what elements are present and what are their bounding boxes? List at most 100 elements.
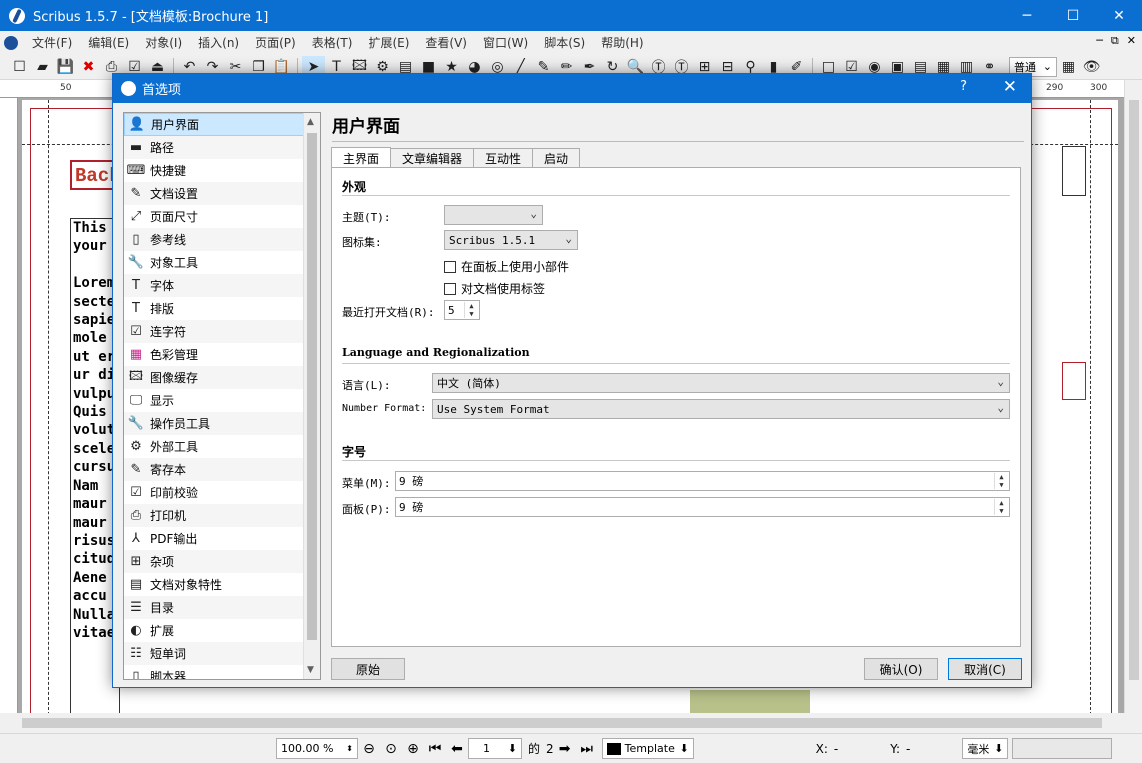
small-widgets-label: 在面板上使用小部件 <box>461 260 570 274</box>
menu-item[interactable]: 对象(I) <box>137 34 190 51</box>
category-item[interactable]: ⤢ 页面尺寸 <box>124 205 320 228</box>
first-page-icon[interactable]: ⏮ <box>424 738 446 760</box>
zoom-value: 100.00 % <box>281 742 334 755</box>
chevron-down-icon: ⬇ <box>994 742 1004 755</box>
use-tabs-checkbox-row[interactable]: 对文档使用标签 <box>444 280 545 297</box>
category-item[interactable]: 🖾 图像缓存 <box>124 366 320 389</box>
tab-story-editor[interactable]: 文章编辑器 <box>390 148 475 168</box>
scroll-up-icon[interactable]: ▲ <box>307 117 314 127</box>
category-item[interactable]: ▬ 路径 <box>124 136 320 159</box>
language-select[interactable]: 中文 (简体) ⌄ <box>432 373 1010 393</box>
zoom-actual-icon[interactable]: ⊙ <box>380 738 402 760</box>
scroll-thumb[interactable] <box>22 718 1102 728</box>
menu-windows[interactable]: 窗口(W) <box>475 34 536 51</box>
tab-main[interactable]: 主界面 <box>331 147 392 168</box>
category-item[interactable]: ▯ 脚本器 <box>124 665 320 679</box>
mdi-close-button[interactable]: ✕ <box>1127 34 1136 48</box>
prev-page-icon[interactable]: ⬅ <box>446 738 468 760</box>
hyphenator-icon: ☑ <box>130 324 142 339</box>
menu-edit[interactable]: 编辑(E) <box>80 34 137 51</box>
menu-script[interactable]: 脚本(S) <box>536 34 593 51</box>
recent-docs-spinbox[interactable]: 5 ▲ ▼ <box>444 300 480 320</box>
frame-outline[interactable] <box>1062 146 1086 196</box>
mdi-restore-button[interactable]: ⧉ <box>1111 34 1119 48</box>
category-item[interactable]: ◐ 扩展 <box>124 619 320 642</box>
theme-select[interactable]: ⌄ <box>444 205 543 225</box>
category-item[interactable]: 🔧 对象工具 <box>124 251 320 274</box>
menu-page[interactable]: 页面(P) <box>247 34 304 51</box>
new-doc-icon[interactable]: ☐ <box>8 56 31 78</box>
iconset-select[interactable]: Scribus 1.5.1 ⌄ <box>444 230 578 250</box>
scroll-thumb[interactable] <box>1129 100 1139 680</box>
category-item[interactable]: ⊞ 杂项 <box>124 550 320 573</box>
vertical-scrollbar[interactable] <box>1124 80 1142 713</box>
spin-arrows-icon[interactable]: ▲ ▼ <box>994 473 1008 489</box>
menu-help[interactable]: 帮助(H) <box>593 34 651 51</box>
dialog-close-button[interactable]: ✕ <box>1003 77 1017 97</box>
tab-interactivity[interactable]: 互动性 <box>473 148 534 168</box>
category-item[interactable]: ▦ 色彩管理 <box>124 343 320 366</box>
tab-startup[interactable]: 启动 <box>532 148 581 168</box>
horizontal-scrollbar[interactable] <box>0 713 1124 733</box>
category-item[interactable]: T 排版 <box>124 297 320 320</box>
zoom-out-icon[interactable]: ⊖ <box>358 738 380 760</box>
zoom-in-icon[interactable]: ⊕ <box>402 738 424 760</box>
scroll-thumb[interactable] <box>307 133 317 640</box>
app-menu-icon[interactable] <box>4 35 18 50</box>
help-button[interactable]: ? <box>960 79 967 94</box>
small-widgets-checkbox[interactable] <box>444 260 456 273</box>
category-item[interactable]: ⚙ 外部工具 <box>124 435 320 458</box>
category-item[interactable]: ▤ 文档对象特性 <box>124 573 320 596</box>
category-item[interactable]: ☰ 目录 <box>124 596 320 619</box>
cancel-button[interactable]: 取消(C) <box>948 658 1022 680</box>
category-item[interactable]: 🖵 显示 <box>124 389 320 412</box>
small-widgets-checkbox-row[interactable]: 在面板上使用小部件 <box>444 258 569 275</box>
open-icon[interactable]: ▰ <box>31 56 54 78</box>
scroll-down-icon[interactable]: ▼ <box>307 665 314 675</box>
menu-extras[interactable]: 扩展(E) <box>360 34 417 51</box>
number-format-select[interactable]: Use System Format ⌄ <box>432 399 1010 419</box>
font-size-section-title: 字号 <box>342 445 367 459</box>
minimize-button[interactable]: ─ <box>1004 0 1050 31</box>
category-item[interactable]: 👤 用户界面 <box>124 113 320 136</box>
save-icon[interactable]: 💾 <box>54 56 77 78</box>
category-item[interactable]: 🔧 操作员工具 <box>124 412 320 435</box>
menu-table[interactable]: 表格(T) <box>304 34 361 51</box>
page-number-input[interactable]: 1 ⬇ <box>468 738 522 759</box>
category-item[interactable]: T 字体 <box>124 274 320 297</box>
category-item[interactable]: ▯ 参考线 <box>124 228 320 251</box>
mdi-minimize-button[interactable]: ─ <box>1096 34 1103 48</box>
spin-arrows-icon[interactable]: ▲ ▼ <box>464 302 478 318</box>
menu-file[interactable]: 文件(F) <box>24 34 80 51</box>
category-item[interactable]: ⎙ 打印机 <box>124 504 320 527</box>
category-item[interactable]: ⅄ PDF输出 <box>124 527 320 550</box>
maximize-button[interactable]: ☐ <box>1050 0 1096 31</box>
ok-button[interactable]: 确认(O) <box>864 658 938 680</box>
frame-outline[interactable] <box>1062 362 1086 400</box>
category-item[interactable]: ✎ 寄存本 <box>124 458 320 481</box>
category-item[interactable]: ☑ 印前校验 <box>124 481 320 504</box>
category-item[interactable]: ☑ 连字符 <box>124 320 320 343</box>
category-label: 文档设置 <box>150 187 199 201</box>
close-doc-icon[interactable]: ✖ <box>77 56 100 78</box>
category-list-scrollbar[interactable]: ▲ ▼ <box>303 113 320 679</box>
next-page-icon[interactable]: ➡ <box>554 738 576 760</box>
last-page-icon[interactable]: ⏭ <box>576 738 598 760</box>
use-tabs-checkbox[interactable] <box>444 282 456 295</box>
zoom-input[interactable]: 100.00 % ⬍ <box>276 738 358 759</box>
palette-font-size-spinbox[interactable]: 9 磅 ▲ ▼ <box>395 497 1010 517</box>
menu-font-size-spinbox[interactable]: 9 磅 ▲ ▼ <box>395 471 1010 491</box>
spin-arrows-icon[interactable]: ▲ ▼ <box>994 499 1008 515</box>
preview-eye-icon[interactable]: 👁 <box>1080 56 1103 78</box>
category-item[interactable]: ✎ 文档设置 <box>124 182 320 205</box>
menu-view[interactable]: 查看(V) <box>417 34 475 51</box>
layer-select[interactable]: Template ⬇ <box>601 738 694 759</box>
close-window-button[interactable]: ✕ <box>1096 0 1142 31</box>
unit-select[interactable]: 毫米 ⬇ <box>962 738 1009 759</box>
display-visual-icon[interactable]: ▦ <box>1057 56 1080 78</box>
preferences-category-list[interactable]: 👤 用户界面 ▬ 路径 ⌨ 快捷键 ✎ 文档设置 ⤢ 页面尺寸 ▯ 参考线 🔧 对象工具 T字… <box>123 112 321 680</box>
category-item[interactable]: ⌨ 快捷键 <box>124 159 320 182</box>
menu-insert[interactable]: 插入(n) <box>190 34 247 51</box>
defaults-button[interactable]: 原始 <box>331 658 405 680</box>
category-item[interactable]: ☷ 短单词 <box>124 642 320 665</box>
